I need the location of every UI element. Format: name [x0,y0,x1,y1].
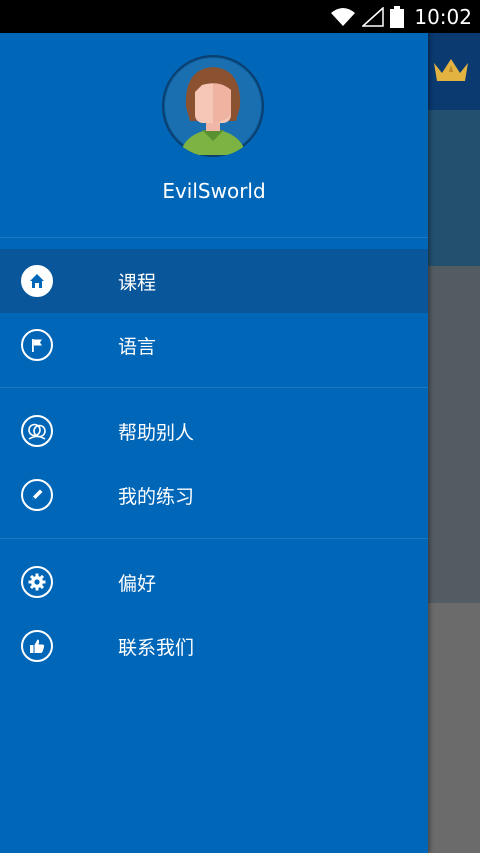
divider [0,237,428,238]
thumbs-up-icon [21,630,53,662]
menu-item-preferences[interactable]: 偏好 [0,550,428,614]
menu-item-label: 课程 [118,271,157,294]
clock: 10:02 [414,4,472,29]
pencil-icon [21,479,53,511]
profile-header: EvilSworld [0,33,428,238]
menu-item-label: 帮助别人 [118,421,195,444]
menu-item-label: 语言 [118,335,157,358]
menu-item-my-exercises[interactable]: 我的练习 [0,463,428,527]
user-avatar-icon[interactable] [162,55,264,157]
menu-item-contact-us[interactable]: 联系我们 [0,614,428,678]
menu-item-label: 偏好 [118,572,157,595]
gear-icon [21,566,53,598]
crown-icon[interactable] [432,55,470,89]
battery-icon [390,5,405,28]
wifi-icon [330,7,356,27]
divider [0,387,428,388]
signal-icon [362,6,385,27]
status-bar: 10:02 [0,0,480,33]
menu-item-label: 我的练习 [118,485,195,508]
flag-icon [21,329,53,361]
divider [0,538,428,539]
menu-item-help-others[interactable]: 帮助别人 [0,399,428,463]
menu-item-label: 联系我们 [118,636,195,659]
navigation-drawer: EvilSworld 课程 语言 帮助别人 我的练习 偏好 联系我们 [0,33,428,853]
home-icon [21,265,53,297]
username: EvilSworld [162,179,266,203]
menu-item-courses[interactable]: 课程 [0,249,428,313]
people-icon [21,415,53,447]
menu-item-language[interactable]: 语言 [0,313,428,377]
